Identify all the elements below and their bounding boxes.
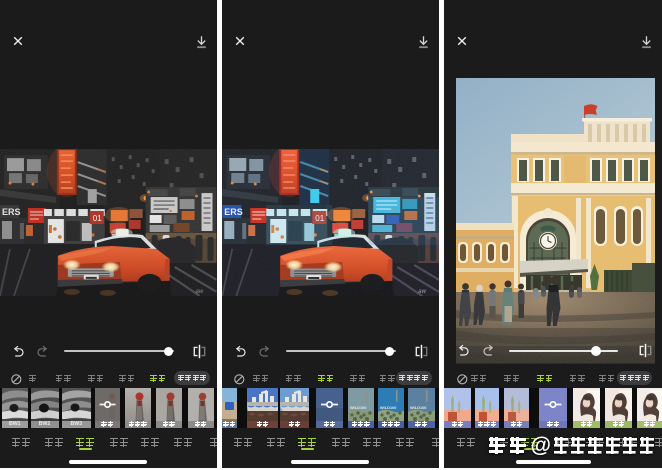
svg-text:WILD100: WILD100 [380, 405, 396, 410]
svg-text:WILD100: WILD100 [350, 405, 366, 410]
svg-text:WILD100: WILD100 [410, 405, 426, 410]
